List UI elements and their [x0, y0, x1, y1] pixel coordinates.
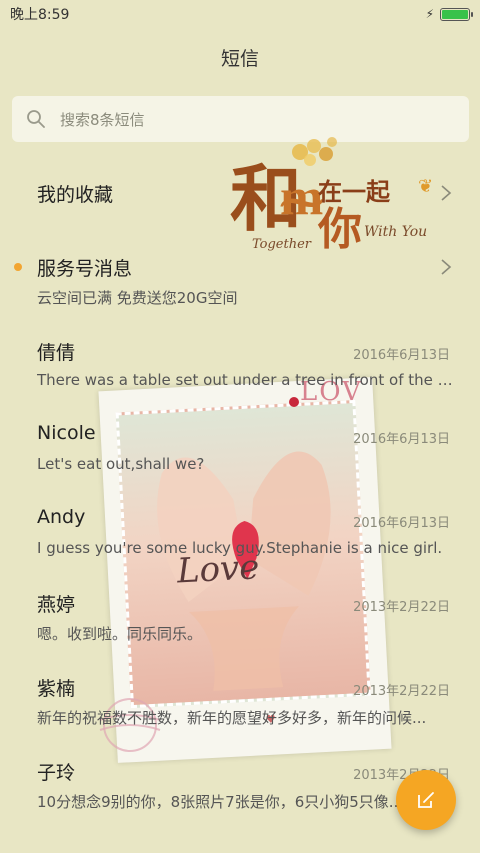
conversation-preview: There was a table set out under a tree i…: [37, 371, 457, 389]
battery-level: [442, 9, 468, 19]
conversation-name: 子玲: [37, 762, 76, 784]
conversation-name: 倩倩: [37, 342, 76, 364]
conversation-row[interactable]: 燕婷嗯。收到啦。同乐同乐。 2013年2月22日: [0, 570, 480, 654]
conversation-name: 我的收藏: [37, 184, 114, 206]
page-title: 短信: [220, 48, 259, 70]
conversation-row[interactable]: 倩倩 There was a table set out under a tree…: [0, 318, 480, 402]
conversation-date: 2013年2月22日: [353, 600, 450, 615]
chevron-right-icon: [441, 259, 452, 275]
search-input[interactable]: 搜索8条短信: [12, 96, 469, 142]
conversation-preview: I guess you're some lucky guy.Stephanie …: [37, 539, 443, 557]
compose-icon: [418, 792, 434, 808]
conversation-date: 2016年6月13日: [353, 432, 450, 447]
conversation-preview: 云空间已满 免费送您20G空间: [37, 289, 238, 307]
conversation-row[interactable]: 服务号消息云空间已满 免费送您20G空间: [0, 234, 480, 318]
conversation-preview: Let's eat out,shall we?: [37, 455, 205, 473]
conversation-date: 2016年6月13日: [353, 348, 450, 363]
battery-icon: [440, 7, 473, 21]
search-placeholder: 搜索8条短信: [60, 110, 145, 129]
conversation-row[interactable]: 紫楠新年的祝福数不胜数，新年的愿望好多好多，新年的问候... 2013年2月22日: [0, 654, 480, 738]
chevron-right-icon: [441, 185, 452, 201]
status-icons: ⚡: [425, 7, 473, 21]
unread-dot: [14, 263, 22, 271]
conversation-preview: 嗯。收到啦。同乐同乐。: [37, 625, 203, 643]
status-time: 晚上8:59: [10, 7, 70, 23]
conversation-date: 2013年2月22日: [353, 684, 450, 699]
search-icon: [27, 110, 45, 128]
conversation-name: 紫楠: [37, 678, 76, 700]
charging-icon: ⚡: [425, 7, 434, 21]
conversation-name: 燕婷: [37, 594, 76, 616]
conversation-row[interactable]: Nicole Let's eat out,shall we? 2016年6月13日: [0, 402, 480, 486]
conversation-name: Nicole: [37, 422, 96, 444]
compose-button[interactable]: [396, 770, 456, 830]
conversation-preview: 新年的祝福数不胜数，新年的愿望好多好多，新年的问候...: [37, 709, 427, 727]
status-bar: 晚上8:59 ⚡: [0, 0, 480, 28]
conversation-row[interactable]: 我的收藏: [0, 150, 480, 234]
conversation-name: Andy: [37, 506, 86, 528]
conversation-name: 服务号消息: [37, 258, 133, 280]
conversation-date: 2016年6月13日: [353, 516, 450, 531]
conversation-preview: 10分想念9别的你，8张照片7张是你，6只小狗5只像...: [37, 793, 404, 811]
conversation-row[interactable]: Andy I guess you're some lucky guy.Stepha…: [0, 486, 480, 570]
